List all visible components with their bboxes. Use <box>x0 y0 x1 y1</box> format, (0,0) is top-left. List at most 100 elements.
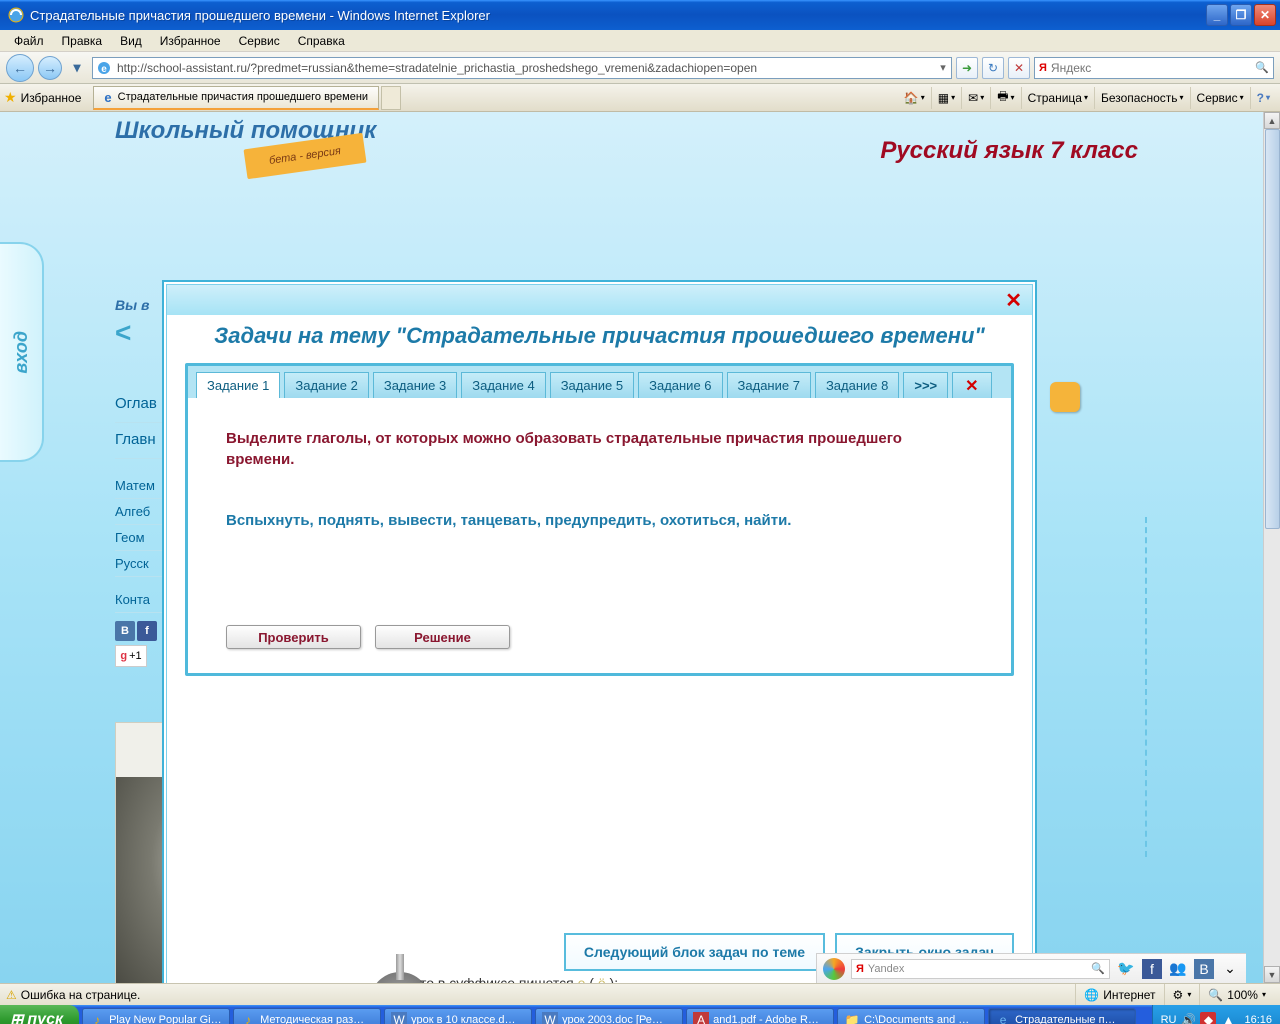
favorites-star-icon[interactable]: ★ <box>4 89 17 106</box>
menubar: Файл Правка Вид Избранное Сервис Справка <box>0 30 1280 52</box>
yandex-y-icon: Я <box>856 963 864 975</box>
help-button[interactable]: ? ▾ <box>1250 87 1276 109</box>
nav-stop-button[interactable]: ✕ <box>1008 57 1030 79</box>
status-zone[interactable]: 🌐 Интернет <box>1075 984 1163 1005</box>
tray-lang[interactable]: RU <box>1161 1014 1177 1024</box>
tray-volume-icon[interactable]: 🔊 <box>1180 1012 1196 1024</box>
tray-flag-icon[interactable]: ▲ <box>1220 1012 1236 1024</box>
facebook-icon[interactable]: f <box>1142 959 1162 979</box>
mail-button[interactable]: ✉ ▾ <box>961 87 990 109</box>
modal-close-button[interactable]: ✕ <box>1005 288 1022 313</box>
check-button[interactable]: Проверить <box>226 625 361 649</box>
window-close-button[interactable]: ✕ <box>1254 4 1276 26</box>
menu-service[interactable]: Сервис <box>231 32 288 50</box>
taskbar-app-7[interactable]: eСтрадательные п… <box>988 1008 1136 1024</box>
nav-row: ← → ▾ e ▾ ➜ ↻ ✕ Я 🔍 <box>0 52 1280 84</box>
task-prompt: Выделите глаголы, от которых можно образ… <box>226 428 973 470</box>
toolbar-more-icon[interactable]: ⌄ <box>1220 959 1240 979</box>
window-maximize-button[interactable]: ❐ <box>1230 4 1252 26</box>
search-input[interactable] <box>1051 61 1251 75</box>
scroll-down-button[interactable]: ▼ <box>1264 966 1280 983</box>
nav-refresh-button[interactable]: ↻ <box>982 57 1004 79</box>
ok-icon[interactable]: 👥 <box>1168 959 1188 979</box>
address-input[interactable] <box>115 61 935 75</box>
twitter-icon[interactable]: 🐦 <box>1116 959 1136 979</box>
new-tab-button[interactable] <box>381 86 401 110</box>
window-minimize-button[interactable]: _ <box>1206 4 1228 26</box>
window-title: Страдательные причастия прошедшего време… <box>30 8 1206 23</box>
nav-back-button[interactable]: ← <box>6 54 34 82</box>
feeds-button[interactable]: ▦ ▾ <box>931 87 961 109</box>
ie-icon <box>8 7 24 23</box>
nav-forward-button[interactable]: → <box>38 56 62 80</box>
scroll-up-button[interactable]: ▲ <box>1264 112 1280 129</box>
task-tab-4[interactable]: Задание 4 <box>461 372 545 398</box>
task-tabs-next[interactable]: >>> <box>903 372 948 398</box>
address-dropdown[interactable]: ▾ <box>935 61 951 74</box>
page-viewport: Школьный помощник бета - версия Русский … <box>0 112 1280 983</box>
modal-heading: Задачи на тему "Страдательные причастия … <box>167 315 1032 363</box>
shield-icon: ⚙ <box>1173 988 1184 1002</box>
status-protected-mode[interactable]: ⚙▾ <box>1164 984 1200 1005</box>
fb-icon[interactable]: f <box>137 621 157 641</box>
task-panel: Задание 1 Задание 2 Задание 3 Задание 4 … <box>185 363 1014 676</box>
task-tab-6[interactable]: Задание 6 <box>638 372 722 398</box>
tray-shield-icon[interactable]: ◆ <box>1200 1012 1216 1024</box>
taskbar-app-6[interactable]: 📁C:\Documents and … <box>837 1008 985 1024</box>
yandex-toolbar: Я Yandex 🔍 🐦 f 👥 B ⌄ <box>816 953 1246 983</box>
tray-clock[interactable]: 16:16 <box>1244 1014 1272 1024</box>
status-zoom[interactable]: 🔍 100% ▾ <box>1199 984 1274 1005</box>
menu-help[interactable]: Справка <box>290 32 353 50</box>
scroll-thumb[interactable] <box>1265 129 1280 529</box>
print-button[interactable]: 🖶 ▾ <box>990 87 1020 109</box>
task-tab-5[interactable]: Задание 5 <box>550 372 634 398</box>
vk-bar-icon[interactable]: B <box>1194 959 1214 979</box>
solution-button[interactable]: Решение <box>375 625 510 649</box>
column-divider <box>1145 517 1147 857</box>
nav-go-button[interactable]: ➜ <box>956 57 978 79</box>
search-button[interactable]: 🔍 <box>1251 61 1273 74</box>
menu-favorites[interactable]: Избранное <box>152 32 229 50</box>
menu-edit[interactable]: Правка <box>54 32 111 50</box>
service-menu[interactable]: Сервис ▾ <box>1190 87 1250 109</box>
page-menu[interactable]: Страница ▾ <box>1021 87 1094 109</box>
taskbar: ⊞ пуск ♪Play New Popular Gi… ♪Методическ… <box>0 1005 1280 1024</box>
status-text: Ошибка на странице. <box>21 988 141 1002</box>
task-tab-2[interactable]: Задание 2 <box>284 372 368 398</box>
login-tab[interactable]: вход <box>0 242 44 462</box>
task-tab-7[interactable]: Задание 7 <box>727 372 811 398</box>
google-plus-one[interactable]: g+1 <box>115 645 147 667</box>
yandex-search-box[interactable]: Я Yandex 🔍 <box>851 959 1110 979</box>
security-menu[interactable]: Безопасность ▾ <box>1094 87 1190 109</box>
task-tabs: Задание 1 Задание 2 Задание 3 Задание 4 … <box>188 366 1011 398</box>
task-tab-1[interactable]: Задание 1 <box>196 372 280 398</box>
favorites-label[interactable]: Избранное <box>21 91 82 105</box>
home-button[interactable]: 🏠 ▾ <box>898 87 931 109</box>
svg-text:e: e <box>101 64 107 75</box>
task-tabs-close[interactable]: ✕ <box>952 372 991 398</box>
menu-view[interactable]: Вид <box>112 32 150 50</box>
menu-file[interactable]: Файл <box>6 32 52 50</box>
yandex-search-icon[interactable]: 🔍 <box>1091 962 1105 975</box>
start-button[interactable]: ⊞ пуск <box>0 1005 79 1024</box>
taskbar-app-3[interactable]: Wурок в 10 классе.d… <box>384 1008 532 1024</box>
chat-widget[interactable] <box>1050 382 1080 412</box>
task-words[interactable]: Вспыхнуть, поднять, вывести, танцевать, … <box>226 512 973 529</box>
taskbar-app-4[interactable]: Wурок 2003.doc [Ре… <box>535 1008 683 1024</box>
taskbar-app-1[interactable]: ♪Play New Popular Gi… <box>82 1008 230 1024</box>
search-box[interactable]: Я 🔍 <box>1034 57 1274 79</box>
window-titlebar: Страдательные причастия прошедшего време… <box>0 0 1280 30</box>
globe-icon: 🌐 <box>1084 988 1099 1002</box>
address-bar[interactable]: e ▾ <box>92 57 952 79</box>
taskbar-app-2[interactable]: ♪Методическая раз… <box>233 1008 381 1024</box>
vk-icon[interactable]: B <box>115 621 135 641</box>
browser-tab-active[interactable]: e Страдательные причастия прошедшего вре… <box>93 86 379 110</box>
taskbar-app-5[interactable]: Aand1.pdf - Adobe R… <box>686 1008 834 1024</box>
vertical-scrollbar[interactable]: ▲ ▼ <box>1263 112 1280 983</box>
nav-history-dropdown[interactable]: ▾ <box>66 57 88 79</box>
yandex-logo-icon[interactable] <box>823 958 845 980</box>
task-tab-8[interactable]: Задание 8 <box>815 372 899 398</box>
task-tab-3[interactable]: Задание 3 <box>373 372 457 398</box>
next-tasks-button[interactable]: Следующий блок задач по теме <box>564 933 825 971</box>
task-body: Выделите глаголы, от которых можно образ… <box>188 398 1011 673</box>
